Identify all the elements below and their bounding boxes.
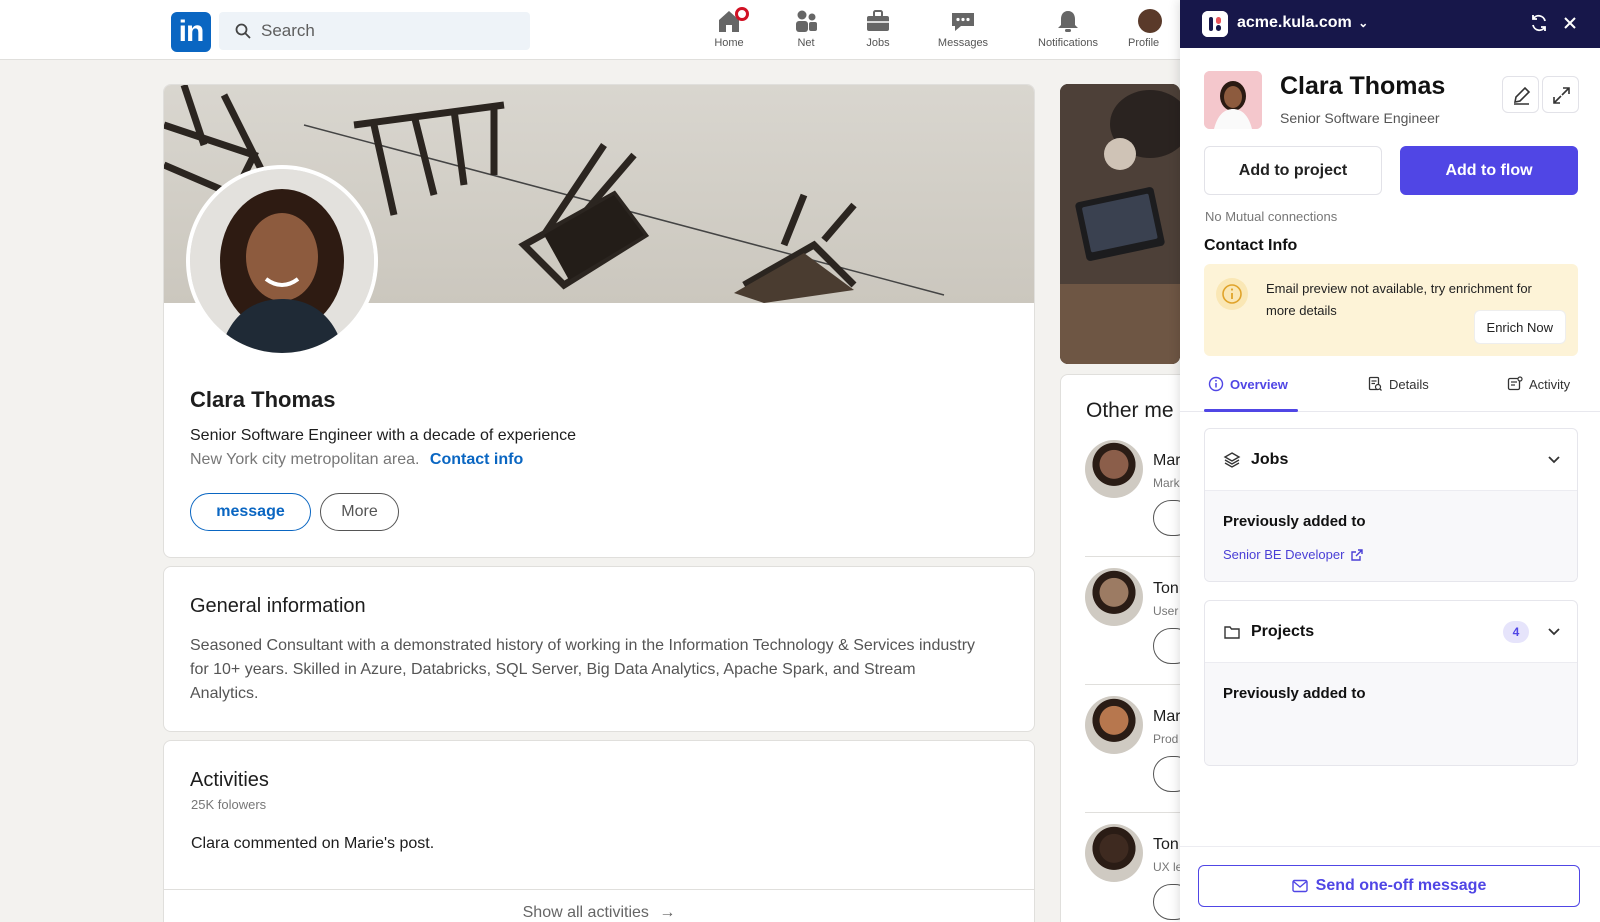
pencil-icon [1513,86,1531,105]
candidate-photo [1204,71,1262,129]
member-headline: Mark [1153,476,1180,490]
job-link[interactable]: Senior BE Developer [1223,547,1364,562]
avatar[interactable] [1085,696,1143,754]
info-circle-icon [1208,376,1224,392]
info-icon [1216,278,1248,310]
tab-label: Activity [1529,376,1571,392]
tab-label: Overview [1230,376,1288,392]
kula-header: acme.kula.com ⌄ [1180,0,1600,48]
divider [1085,684,1180,685]
divider [1085,812,1180,813]
member-headline: User [1153,604,1179,618]
send-message-label: Send one-off message [1315,877,1487,894]
mutual-connections: No Mutual connections [1205,209,1338,224]
member-headline: UX le [1153,860,1180,874]
jobs-section: Jobs Previously added to Senior BE Devel… [1204,428,1578,582]
connect-button[interactable] [1153,500,1180,536]
enrich-now-button[interactable]: Enrich Now [1473,310,1566,344]
active-tab-indicator [1204,409,1298,412]
chevron-down-icon [1548,628,1560,636]
projects-title: Projects [1251,622,1315,640]
contact-info-title: Contact Info [1204,237,1298,254]
edit-button[interactable] [1502,76,1539,113]
connect-button[interactable] [1153,884,1180,920]
connect-button[interactable] [1153,756,1180,792]
member-name[interactable]: Mar [1153,452,1180,470]
connect-button[interactable] [1153,628,1180,664]
chevron-down-icon: ⌄ [1358,16,1369,30]
expand-icon [1553,87,1570,104]
jobs-section-body: Previously added to Senior BE Developer [1205,491,1577,581]
job-link-label: Senior BE Developer [1223,547,1345,562]
kula-footer: Send one-off message [1180,846,1600,922]
chevron-down-icon [1548,456,1560,464]
envelope-icon [1291,879,1308,893]
member-name[interactable]: Ton [1153,836,1179,854]
jobs-previously-label: Previously added to [1223,513,1366,530]
kula-tabs: Overview Details Activity [1180,370,1600,412]
send-one-off-message-button[interactable]: Send one-off message [1198,865,1580,907]
candidate-name: Clara Thomas [1280,72,1446,100]
tab-details[interactable]: Details [1367,376,1429,392]
jobs-section-header[interactable]: Jobs [1205,429,1577,491]
avatar[interactable] [1085,440,1143,498]
kula-logo[interactable] [1202,11,1228,37]
add-to-flow-button[interactable]: Add to flow [1400,146,1578,195]
close-icon[interactable] [1562,15,1578,31]
expand-button[interactable] [1542,76,1579,113]
member-headline: Prod [1153,732,1179,746]
candidate-title: Senior Software Engineer [1280,110,1440,126]
activity-icon [1507,376,1523,391]
projects-section: Projects 4 Previously added to [1204,600,1578,766]
kula-panel: acme.kula.com ⌄ Clara Thomas Senior Soft… [1180,0,1600,922]
add-to-project-button[interactable]: Add to project [1204,146,1382,195]
layers-icon [1223,451,1241,468]
divider [1085,556,1180,557]
folder-icon [1224,625,1240,639]
workspace-domain: acme.kula.com [1237,14,1352,31]
projects-section-body: Previously added to [1205,663,1577,765]
tab-overview[interactable]: Overview [1208,376,1288,392]
avatar[interactable] [1085,824,1143,882]
document-search-icon [1368,376,1382,391]
projects-count-badge: 4 [1503,621,1529,643]
projects-section-header[interactable]: Projects 4 [1205,601,1577,663]
kula-logo-icon [1202,11,1228,37]
tab-label: Details [1389,376,1429,392]
email-preview-alert: Email preview not available, try enrichm… [1204,264,1578,356]
avatar[interactable] [1085,568,1143,626]
jobs-title: Jobs [1251,450,1289,468]
member-name[interactable]: Ton [1153,580,1179,598]
refresh-icon[interactable] [1529,13,1549,33]
tab-activity[interactable]: Activity [1507,376,1570,392]
workspace-switcher[interactable]: acme.kula.com ⌄ [1237,14,1368,32]
projects-previously-label: Previously added to [1223,685,1366,702]
candidate-avatar [1204,71,1262,129]
member-name[interactable]: Mar [1153,708,1180,726]
external-link-icon [1351,548,1364,561]
